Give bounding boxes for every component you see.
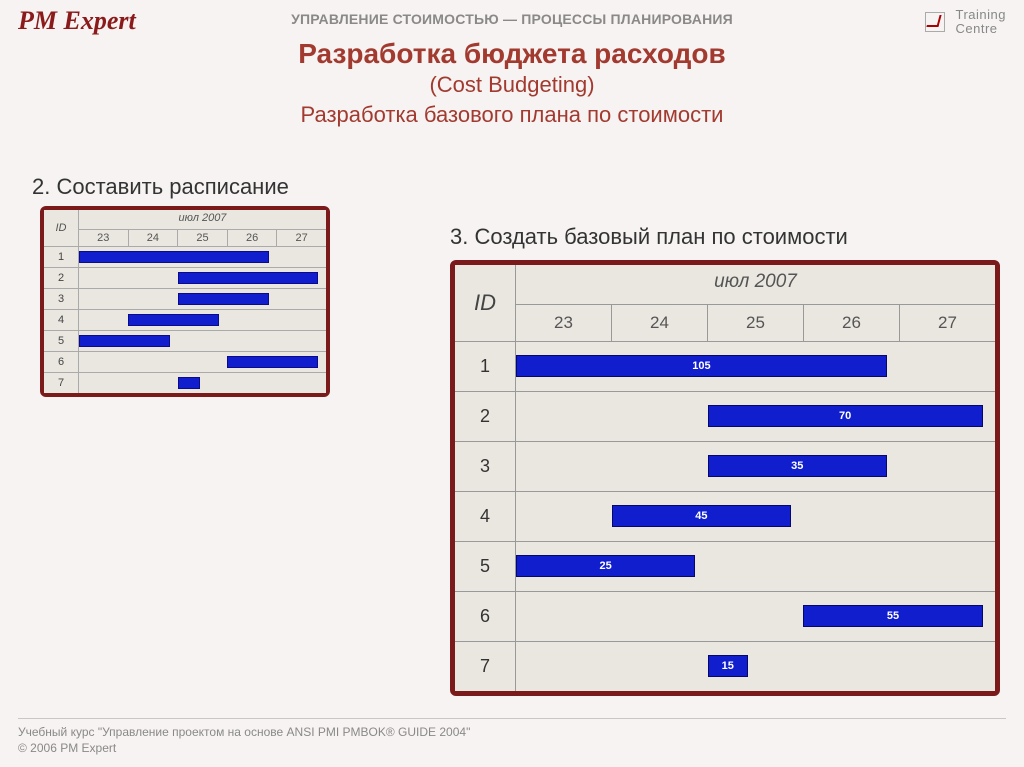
small-gantt-row: 7 — [44, 372, 326, 393]
small-gantt-day: 24 — [128, 230, 178, 246]
large-gantt-row-id: 4 — [455, 492, 516, 541]
small-gantt-row-id: 2 — [44, 268, 79, 288]
small-gantt-track — [79, 310, 326, 330]
logo-line2: Centre — [956, 21, 998, 36]
small-gantt-row-id: 4 — [44, 310, 79, 330]
footer-course-name: Учебный курс "Управление проектом на осн… — [18, 718, 1006, 739]
small-gantt-row-id: 3 — [44, 289, 79, 309]
small-gantt-month: июл 2007 — [79, 210, 326, 230]
large-gantt-day: 26 — [803, 305, 899, 341]
large-gantt-row: 7 15 — [455, 641, 995, 691]
footer: Учебный курс "Управление проектом на осн… — [18, 718, 1006, 755]
small-gantt-bar — [178, 272, 318, 284]
large-gantt-track: 105 — [516, 342, 995, 390]
large-gantt-bar: 25 — [516, 555, 695, 577]
large-gantt-row-id: 6 — [455, 592, 516, 641]
large-gantt-bar: 35 — [708, 455, 887, 477]
small-gantt-row: 4 — [44, 309, 326, 330]
footer-copyright: © 2006 PM Expert — [18, 741, 1006, 755]
large-gantt-bar: 45 — [612, 505, 791, 527]
large-gantt-track: 25 — [516, 542, 995, 590]
baseline-gantt-large: ID июл 2007 23 24 25 26 27 11052 70 3 35 4 45… — [450, 260, 1000, 696]
large-gantt-row: 1105 — [455, 341, 995, 391]
large-gantt-day: 24 — [611, 305, 707, 341]
small-gantt-track — [79, 289, 326, 309]
small-gantt-track — [79, 331, 326, 351]
small-gantt-days: 23 24 25 26 27 — [79, 230, 326, 246]
large-gantt-day: 25 — [707, 305, 803, 341]
large-gantt-bar: 55 — [803, 605, 982, 627]
small-gantt-day: 26 — [227, 230, 277, 246]
large-gantt-id-header: ID — [455, 265, 516, 341]
small-gantt-day: 23 — [79, 230, 128, 246]
large-gantt-bar: 105 — [516, 355, 887, 377]
large-gantt-days: 23 24 25 26 27 — [516, 305, 995, 341]
top-breadcrumb: УПРАВЛЕНИЕ СТОИМОСТЬЮ — ПРОЦЕССЫ ПЛАНИРО… — [0, 11, 1024, 27]
small-gantt-day: 27 — [276, 230, 326, 246]
large-gantt-row-id: 1 — [455, 342, 516, 391]
small-gantt-row: 1 — [44, 246, 326, 267]
small-gantt-id-header: ID — [44, 210, 79, 246]
small-gantt-row: 3 — [44, 288, 326, 309]
small-gantt-bar — [178, 293, 269, 305]
small-gantt-row-id: 7 — [44, 373, 79, 393]
small-gantt-row-id: 1 — [44, 247, 79, 267]
large-gantt-day: 23 — [516, 305, 611, 341]
small-gantt-bar — [178, 377, 200, 389]
title-subtitle-en: (Cost Budgeting) — [0, 72, 1024, 98]
small-gantt-track — [79, 247, 326, 267]
small-gantt-row: 2 — [44, 267, 326, 288]
large-gantt-track: 70 — [516, 392, 995, 440]
large-gantt-track: 15 — [516, 642, 995, 690]
small-gantt-track — [79, 352, 326, 372]
small-gantt-row-id: 5 — [44, 331, 79, 351]
large-gantt-bar: 70 — [708, 405, 983, 427]
logo-square-icon — [925, 12, 945, 32]
large-gantt-row-id: 7 — [455, 642, 516, 691]
small-gantt-track — [79, 373, 326, 393]
large-gantt-month: июл 2007 — [516, 265, 995, 305]
large-gantt-bar: 15 — [708, 655, 748, 677]
large-gantt-row: 4 45 — [455, 491, 995, 541]
title-main: Разработка бюджета расходов — [0, 38, 1024, 70]
step2-heading: 2. Составить расписание — [32, 174, 289, 200]
small-gantt-bar — [227, 356, 318, 368]
large-gantt-day: 27 — [899, 305, 995, 341]
large-gantt-row-id: 5 — [455, 542, 516, 591]
large-gantt-row: 525 — [455, 541, 995, 591]
large-gantt-row-id: 3 — [455, 442, 516, 491]
large-gantt-track: 55 — [516, 592, 995, 640]
small-gantt-bar — [79, 251, 269, 263]
small-gantt-bar — [79, 335, 170, 347]
title-subtitle-ru: Разработка базового плана по стоимости — [0, 102, 1024, 128]
small-gantt-bar — [128, 314, 219, 326]
title-block: Разработка бюджета расходов (Cost Budget… — [0, 38, 1024, 128]
small-gantt-day: 25 — [177, 230, 227, 246]
large-gantt-row: 6 55 — [455, 591, 995, 641]
large-gantt-row: 2 70 — [455, 391, 995, 441]
large-gantt-track: 45 — [516, 492, 995, 540]
large-gantt-row-id: 2 — [455, 392, 516, 441]
logo-line1: Training — [956, 7, 1006, 22]
schedule-gantt-small: ID июл 2007 23 24 25 26 27 1234567 — [40, 206, 330, 397]
small-gantt-track — [79, 268, 326, 288]
small-gantt-row: 5 — [44, 330, 326, 351]
training-centre-logo: Training Centre — [925, 8, 1006, 36]
small-gantt-row-id: 6 — [44, 352, 79, 372]
step3-heading: 3. Создать базовый план по стоимости — [450, 224, 848, 250]
large-gantt-track: 35 — [516, 442, 995, 490]
small-gantt-row: 6 — [44, 351, 326, 372]
large-gantt-row: 3 35 — [455, 441, 995, 491]
